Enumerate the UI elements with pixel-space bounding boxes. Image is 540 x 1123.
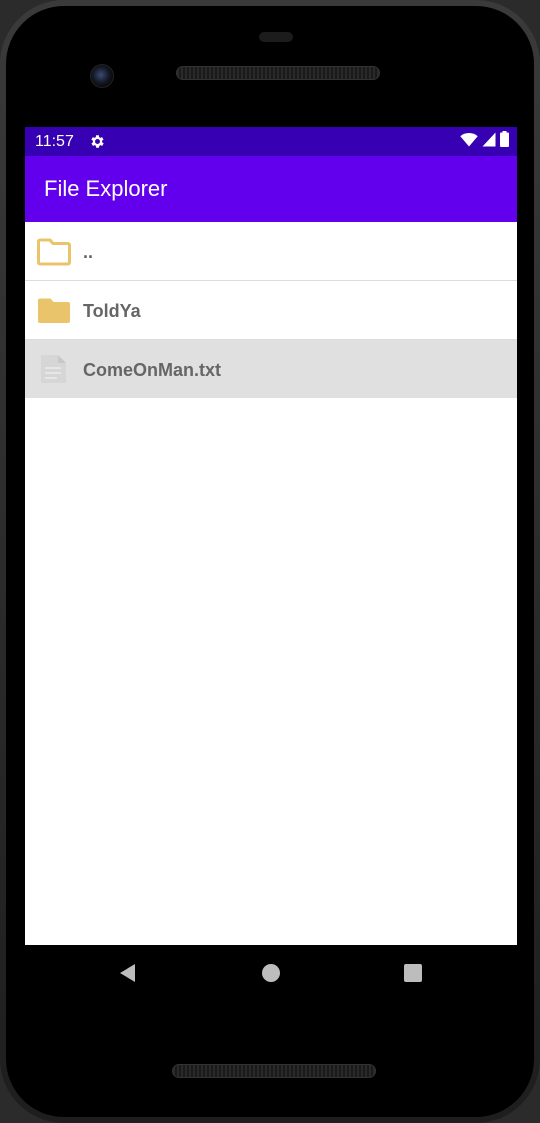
- wifi-icon: [460, 132, 478, 152]
- navigation-bar: [25, 945, 517, 1001]
- battery-icon: [500, 131, 509, 152]
- file-name: ComeOnMan.txt: [83, 360, 222, 380]
- list-item-parent-directory[interactable]: ..: [25, 222, 517, 281]
- cellular-signal-icon: [482, 132, 496, 152]
- file-name: ToldYa: [83, 301, 141, 321]
- phone-device-frame: 11:57 File Explorer .. ToldYa ComeOnMan.…: [0, 0, 540, 1123]
- list-item-folder[interactable]: ToldYa: [25, 281, 517, 340]
- file-list: .. ToldYa ComeOnMan.txt: [25, 222, 517, 398]
- file-name: ..: [83, 242, 94, 262]
- status-time: 11:57: [35, 133, 74, 150]
- settings-gear-icon: [89, 133, 106, 150]
- app-title: File Explorer: [44, 176, 168, 201]
- status-bar: 11:57: [25, 127, 517, 156]
- front-camera: [90, 64, 114, 88]
- app-bar: File Explorer: [25, 156, 517, 222]
- app-screen: 11:57 File Explorer .. ToldYa ComeOnMan.…: [25, 127, 517, 945]
- bottom-speaker-grille: [172, 1064, 376, 1078]
- status-icons: [460, 131, 509, 152]
- folder-outline-icon: [37, 236, 71, 266]
- back-icon[interactable]: [115, 961, 139, 985]
- folder-filled-icon: [37, 295, 71, 325]
- earpiece: [259, 32, 293, 42]
- document-icon: [37, 354, 71, 384]
- recents-icon[interactable]: [401, 961, 425, 985]
- list-item-file[interactable]: ComeOnMan.txt: [25, 340, 517, 398]
- home-icon[interactable]: [259, 961, 283, 985]
- top-speaker-grille: [176, 66, 380, 80]
